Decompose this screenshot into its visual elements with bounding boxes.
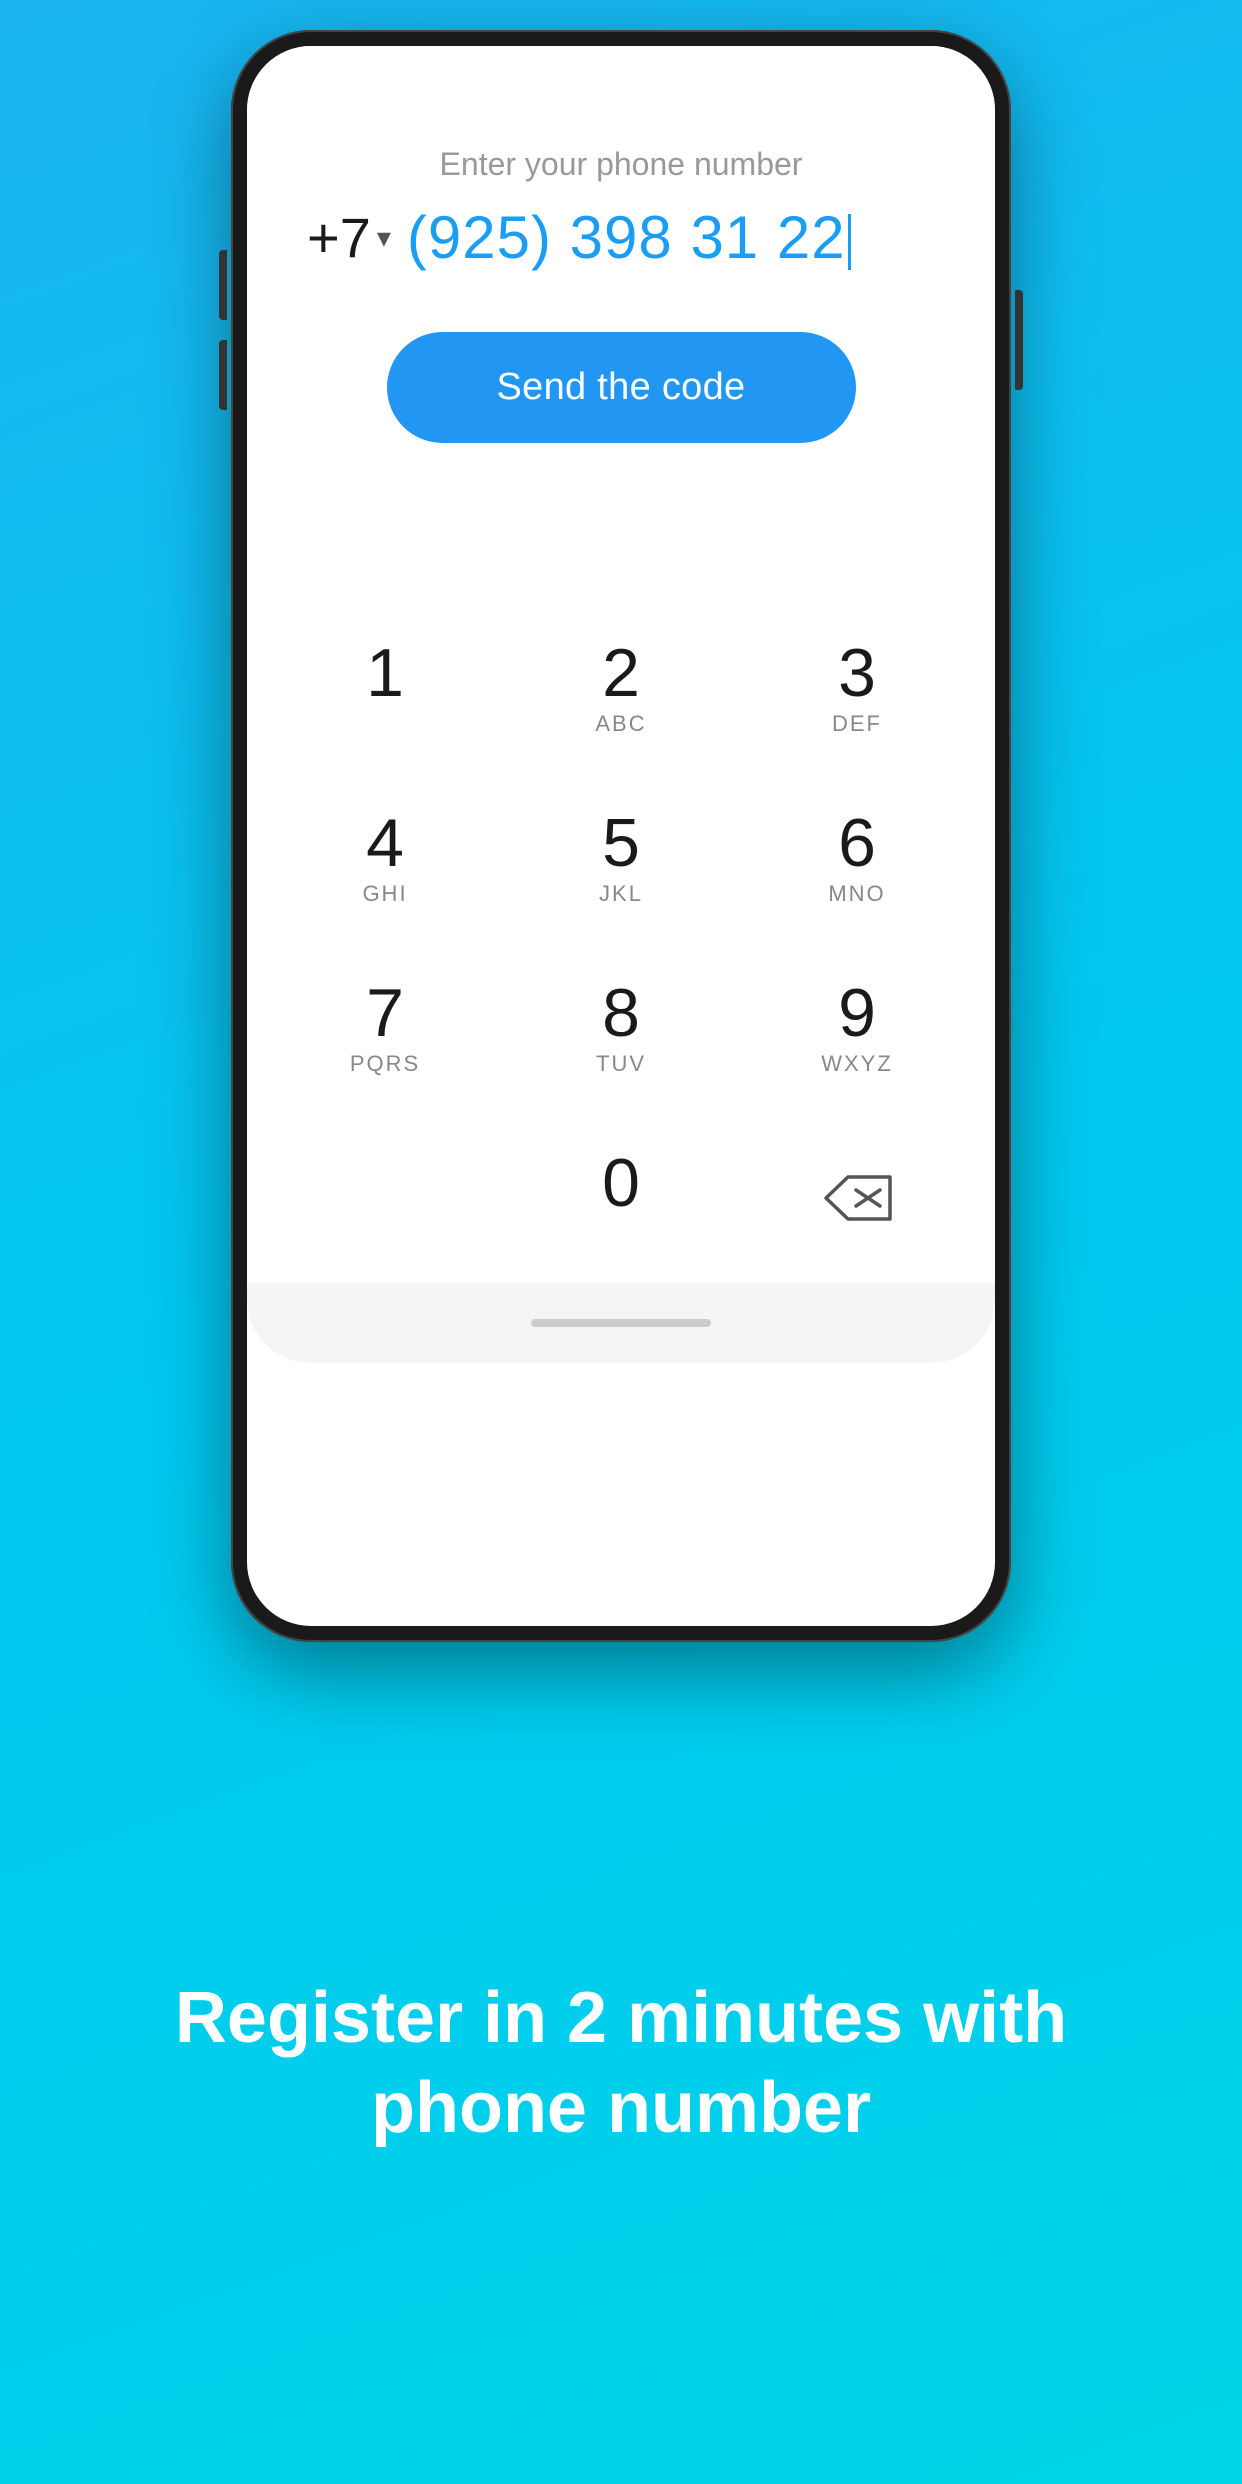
dial-number-4: 4 [366, 809, 404, 877]
dial-letters-6: MNO [828, 881, 885, 907]
dial-number-8: 8 [602, 979, 640, 1047]
dial-key-8[interactable]: 8 TUV [503, 943, 739, 1113]
phone-number-display[interactable]: (925) 398 31 22 [407, 203, 935, 272]
dial-number-5: 5 [602, 809, 640, 877]
dial-letters-2: ABC [595, 711, 646, 737]
footer-section: Register in 2 minutes with phone number [0, 1642, 1242, 2484]
backspace-icon [822, 1173, 892, 1223]
dial-key-6[interactable]: 6 MNO [739, 773, 975, 943]
input-label: Enter your phone number [307, 146, 935, 183]
country-code-value: +7 [307, 205, 371, 270]
dial-number-2: 2 [602, 639, 640, 707]
dial-number-3: 3 [838, 639, 876, 707]
dial-letters-7: PQRS [350, 1051, 420, 1077]
send-button-wrapper: Send the code [307, 332, 935, 443]
phone-wrapper: Enter your phone number +7 ▾ (925) 398 3… [231, 30, 1011, 1642]
dial-number-9: 9 [838, 979, 876, 1047]
dialpad: 1 2 ABC 3 DEF 4 GHI 5 JKL [247, 603, 995, 1283]
dial-number-7: 7 [366, 979, 404, 1047]
dial-letters-3: DEF [832, 711, 882, 737]
dial-letters-5: JKL [599, 881, 643, 907]
dial-key-2[interactable]: 2 ABC [503, 603, 739, 773]
dial-letters-9: WXYZ [821, 1051, 893, 1077]
phone-outer: Enter your phone number +7 ▾ (925) 398 3… [231, 30, 1011, 1642]
screen-top [247, 46, 995, 106]
phone-content: Enter your phone number +7 ▾ (925) 398 3… [247, 106, 995, 443]
phone-input-row: +7 ▾ (925) 398 31 22 [307, 203, 935, 282]
dial-key-5[interactable]: 5 JKL [503, 773, 739, 943]
dial-letters-8: TUV [596, 1051, 646, 1077]
footer-text: Register in 2 minutes with phone number [100, 1973, 1142, 2153]
dialpad-spacer [247, 503, 995, 603]
dial-letters-4: GHI [362, 881, 407, 907]
dial-number-6: 6 [838, 809, 876, 877]
dropdown-arrow-icon: ▾ [377, 221, 391, 254]
phone-screen: Enter your phone number +7 ▾ (925) 398 3… [247, 46, 995, 1626]
home-indicator [531, 1319, 711, 1327]
dial-key-4[interactable]: 4 GHI [267, 773, 503, 943]
send-code-button[interactable]: Send the code [387, 332, 856, 443]
phone-number-value: (925) 398 31 22 [407, 204, 846, 271]
dial-key-backspace[interactable] [739, 1113, 975, 1283]
dial-key-7[interactable]: 7 PQRS [267, 943, 503, 1113]
dial-key-empty [267, 1113, 503, 1283]
bottom-nav [247, 1283, 995, 1363]
dial-number-0: 0 [602, 1149, 640, 1217]
dial-key-9[interactable]: 9 WXYZ [739, 943, 975, 1113]
dial-key-1[interactable]: 1 [267, 603, 503, 773]
dial-number-1: 1 [366, 639, 404, 707]
cursor-blink [848, 214, 851, 270]
country-code-selector[interactable]: +7 ▾ [307, 205, 391, 270]
dial-key-0[interactable]: 0 [503, 1113, 739, 1283]
dial-key-3[interactable]: 3 DEF [739, 603, 975, 773]
